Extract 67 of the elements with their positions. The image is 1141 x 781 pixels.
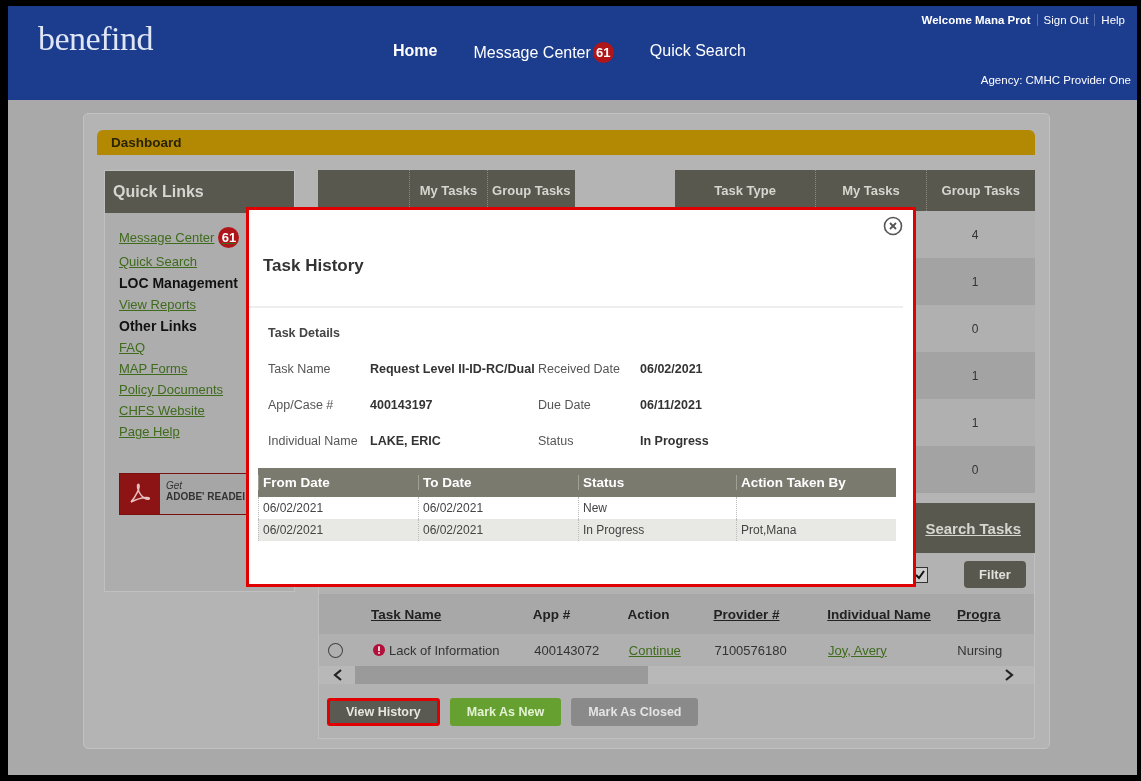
field-label: Individual Name bbox=[268, 434, 359, 448]
field-label: Task Name bbox=[268, 362, 332, 376]
field-label: Received Date bbox=[538, 362, 621, 376]
acrobat-icon bbox=[128, 482, 152, 506]
dialog-title: Task History bbox=[249, 210, 903, 308]
table-cell: 06/02/2021 bbox=[418, 519, 578, 541]
field-value: 400143197 bbox=[370, 398, 434, 412]
column-header: Task Type bbox=[713, 182, 777, 200]
column-header: Action Taken By bbox=[736, 475, 896, 490]
welcome-text: Welcome Mana Prot bbox=[920, 14, 1032, 26]
links-heading: Other Links bbox=[119, 318, 197, 334]
task-name-cell: Lack of Information bbox=[372, 642, 535, 658]
logo: benefind bbox=[37, 19, 154, 59]
column-header[interactable]: Individual Name bbox=[827, 606, 958, 622]
quick-link[interactable]: MAP Forms bbox=[119, 361, 188, 376]
agency-text: Agency: CMHC Provider One bbox=[980, 74, 1131, 86]
field-value: Request Level II-ID-RC/Dual bbox=[370, 362, 536, 376]
column-header: Status bbox=[578, 475, 736, 490]
close-icon[interactable] bbox=[883, 216, 903, 236]
reader-text: ADOBE' READEI bbox=[166, 491, 246, 502]
chevron-left-icon[interactable] bbox=[333, 669, 343, 681]
continue-link[interactable]: Continue bbox=[628, 642, 715, 658]
table-cell-text: 400143072 bbox=[534, 642, 601, 658]
quick-link[interactable]: CHFS Website bbox=[119, 403, 205, 418]
column-header: To Date bbox=[418, 475, 578, 490]
column-header[interactable]: Provider # bbox=[713, 606, 828, 622]
column-header: Action bbox=[627, 606, 671, 622]
table-cell-text: Nursing bbox=[957, 642, 1004, 658]
quick-link[interactable]: Quick Search bbox=[119, 254, 198, 269]
action-button[interactable]: View History bbox=[327, 698, 440, 726]
nav-link[interactable]: Message Center 61 bbox=[473, 42, 614, 63]
column-header: From Date bbox=[258, 475, 418, 490]
field-label: Due Date bbox=[538, 398, 592, 412]
field-value: 06/02/2021 bbox=[640, 362, 704, 376]
quick-link[interactable]: FAQ bbox=[119, 340, 145, 355]
quick-link[interactable]: Page Help bbox=[119, 424, 180, 439]
column-header[interactable]: Task Name bbox=[370, 606, 533, 622]
panel-title: Quick Links bbox=[105, 171, 294, 213]
chevron-right-icon[interactable] bbox=[1004, 669, 1014, 681]
links-heading: LOC Management bbox=[119, 275, 238, 291]
nav-link[interactable]: Quick Search bbox=[649, 42, 746, 60]
section-title: Task Details bbox=[267, 325, 342, 340]
individual-link[interactable]: Joy, Avery bbox=[827, 642, 958, 658]
header-link[interactable]: Help bbox=[1094, 14, 1131, 26]
get-text: Get bbox=[166, 480, 184, 491]
field-label: App/Case # bbox=[268, 398, 335, 412]
table-cell-text: 7100576180 bbox=[714, 642, 788, 658]
field-value: 06/11/2021 bbox=[640, 398, 703, 412]
table-cell: Prot,Mana bbox=[736, 519, 896, 541]
count-badge: 61 bbox=[592, 42, 614, 63]
field-value: In Progress bbox=[640, 434, 710, 448]
field-value: LAKE, ERIC bbox=[370, 434, 442, 448]
column-header: App # bbox=[532, 606, 572, 622]
dashboard-title: Dashboard bbox=[97, 130, 1035, 155]
nav-link[interactable]: Home bbox=[393, 42, 438, 60]
filter-button[interactable]: Filter bbox=[964, 561, 1026, 588]
table-cell: In Progress bbox=[578, 519, 736, 541]
scrollbar[interactable] bbox=[319, 666, 1034, 684]
header-link[interactable]: Sign Out bbox=[1036, 14, 1095, 26]
count-badge: 61 bbox=[218, 227, 240, 248]
quick-link[interactable]: Policy Documents bbox=[119, 382, 224, 397]
table-cell: 06/02/2021 bbox=[258, 519, 418, 541]
column-header[interactable]: Progra bbox=[957, 606, 1034, 622]
quick-link[interactable]: View Reports bbox=[119, 297, 197, 312]
search-tasks-link[interactable]: Search Tasks bbox=[925, 519, 1021, 537]
quick-link[interactable]: Message Center 61 bbox=[119, 227, 240, 248]
field-label: Status bbox=[538, 434, 575, 448]
